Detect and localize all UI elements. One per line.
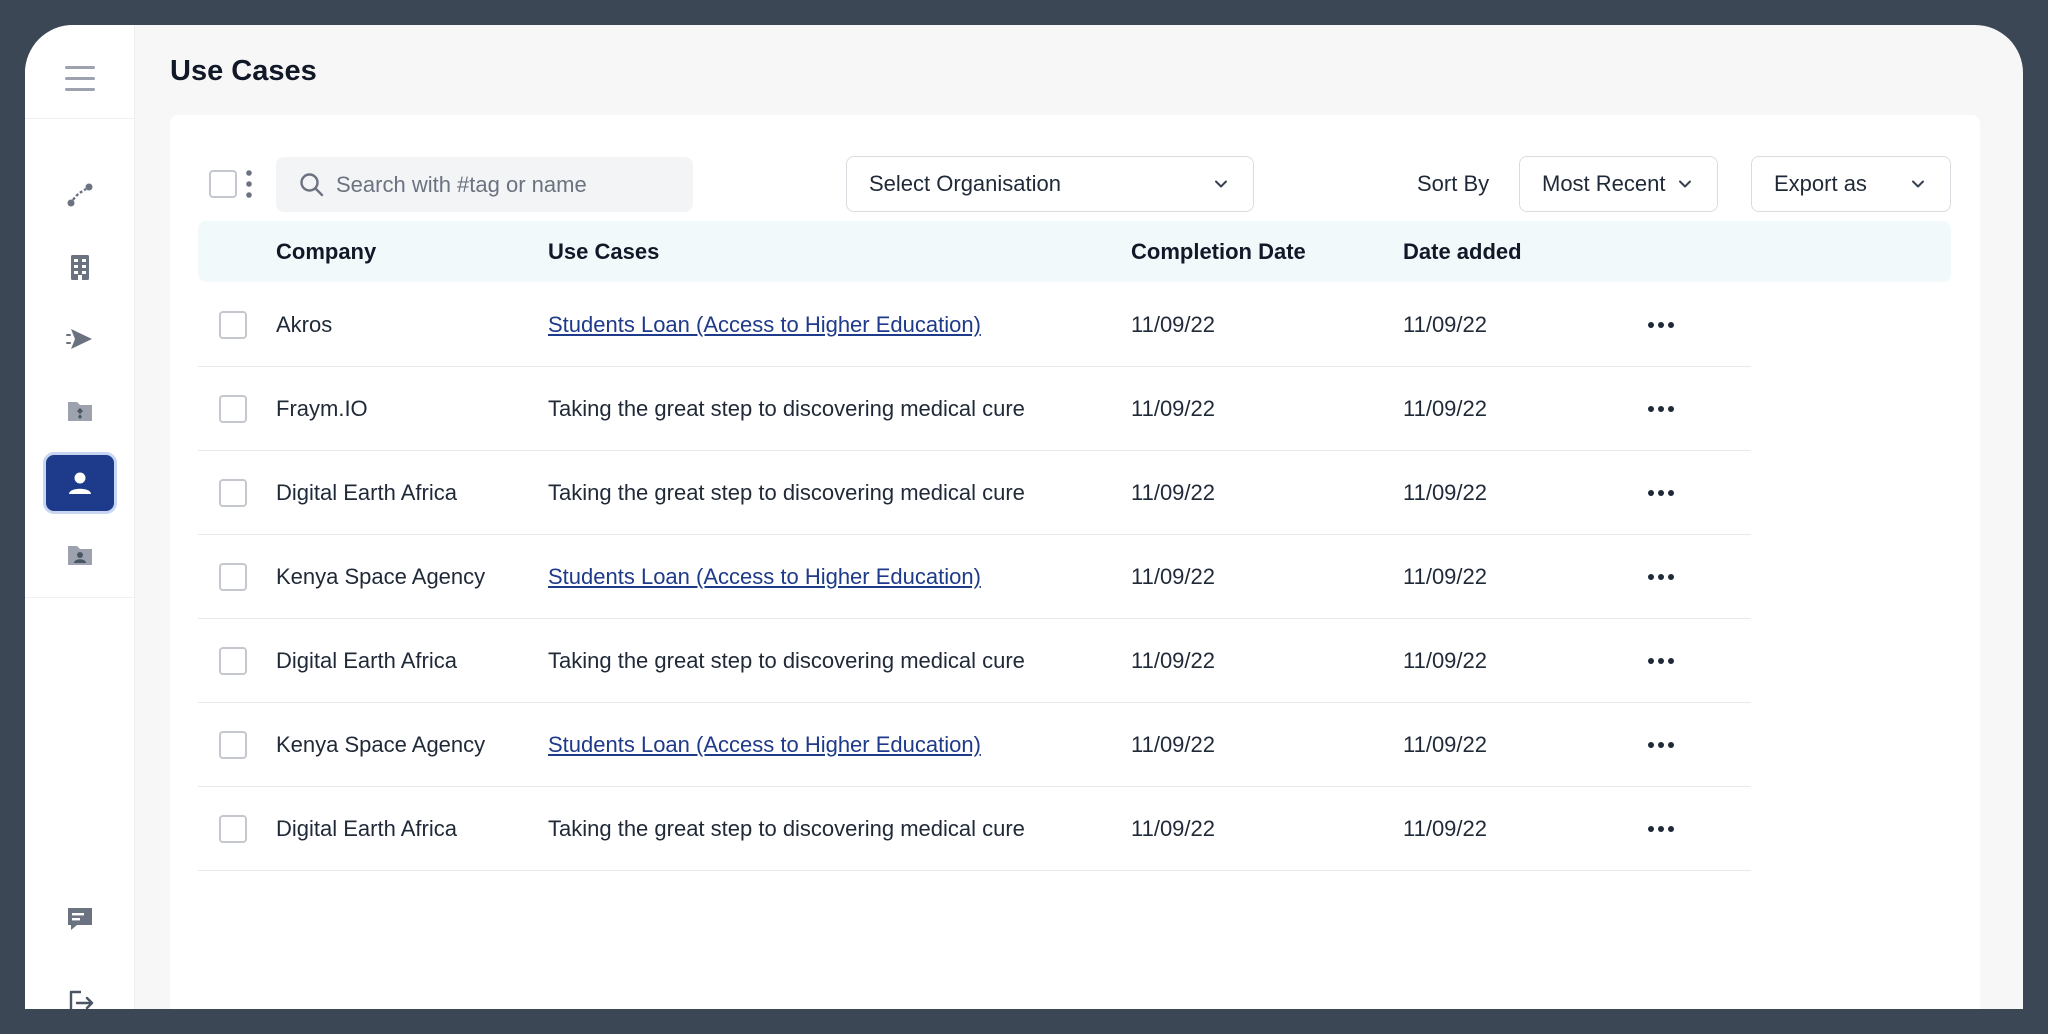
organisation-select-label: Select Organisation xyxy=(869,171,1061,196)
search-input[interactable] xyxy=(336,157,676,212)
row-checkbox[interactable] xyxy=(219,731,247,759)
building-icon xyxy=(71,255,89,280)
folder-icon xyxy=(68,402,92,421)
sidebar xyxy=(25,25,135,1009)
sidebar-item-messages[interactable] xyxy=(46,891,114,947)
row-more-icon[interactable] xyxy=(1645,561,1677,593)
cell-completion-date: 11/09/22 xyxy=(1131,564,1216,589)
cell-completion-date: 11/09/22 xyxy=(1131,732,1216,757)
use-cases-card: Select Organisation Sort By Most Recent … xyxy=(170,115,1980,1009)
sidebar-item-organisations[interactable] xyxy=(46,239,114,295)
cell-completion-date: 11/09/22 xyxy=(1131,312,1216,337)
row-checkbox[interactable] xyxy=(219,563,247,591)
menu-icon[interactable] xyxy=(63,61,97,97)
cell-use-case: Taking the great step to discovering med… xyxy=(548,396,1025,421)
sidebar-item-send[interactable] xyxy=(46,311,114,367)
chevron-down-icon xyxy=(1912,180,1924,188)
app-window: Use Cases Select Organisation xyxy=(25,25,2023,1009)
sidebar-divider xyxy=(25,118,135,119)
sort-by-label: Sort By xyxy=(1417,171,1490,196)
cell-use-case[interactable]: Students Loan (Access to Higher Educatio… xyxy=(548,535,981,619)
cell-completion-date: 11/09/22 xyxy=(1131,396,1216,421)
cell-company: Digital Earth Africa xyxy=(276,816,457,841)
cell-company: Digital Earth Africa xyxy=(276,480,457,505)
organisation-select[interactable]: Select Organisation xyxy=(846,156,1254,212)
main-content: Use Cases Select Organisation xyxy=(170,25,2023,1009)
cell-company: Kenya Space Agency xyxy=(276,732,486,757)
cell-use-case: Taking the great step to discovering med… xyxy=(548,648,1025,673)
cell-date-added: 11/09/22 xyxy=(1403,396,1488,421)
column-header-company[interactable]: Company xyxy=(276,221,376,282)
table-row[interactable]: Kenya Space Agency Students Loan (Access … xyxy=(198,703,1751,787)
sidebar-item-logout[interactable] xyxy=(46,975,114,1009)
logout-icon xyxy=(69,990,94,1009)
row-more-icon[interactable] xyxy=(1645,309,1677,341)
chevron-down-icon xyxy=(1215,180,1227,188)
table-header: Company Use Cases Completion Date Date a… xyxy=(198,221,1951,282)
sort-select[interactable]: Most Recent xyxy=(1519,156,1718,212)
sidebar-item-routes[interactable] xyxy=(46,167,114,223)
select-all-checkbox[interactable] xyxy=(209,170,237,198)
cell-date-added: 11/09/22 xyxy=(1403,564,1488,589)
cell-date-added: 11/09/22 xyxy=(1403,732,1488,757)
cell-use-case[interactable]: Students Loan (Access to Higher Educatio… xyxy=(548,283,981,367)
contact-card-icon xyxy=(68,546,92,565)
route-icon xyxy=(67,183,93,207)
sort-select-value: Most Recent xyxy=(1542,171,1666,196)
table-row[interactable]: Akros Students Loan (Access to Higher Edu… xyxy=(198,283,1751,367)
send-icon xyxy=(66,329,92,349)
table-row[interactable]: Fraym.IO Taking the great step to discove… xyxy=(198,367,1751,451)
row-more-icon[interactable] xyxy=(1645,729,1677,761)
table-row[interactable]: Digital Earth Africa Taking the great ste… xyxy=(198,451,1751,535)
cell-company: Akros xyxy=(276,312,333,337)
row-checkbox[interactable] xyxy=(219,395,247,423)
column-header-use-cases[interactable]: Use Cases xyxy=(548,221,659,282)
search-icon xyxy=(300,173,324,197)
row-more-icon[interactable] xyxy=(1645,393,1677,425)
cell-use-case: Taking the great step to discovering med… xyxy=(548,480,1025,505)
export-select[interactable]: Export as xyxy=(1751,156,1951,212)
chevron-down-icon xyxy=(1679,180,1691,188)
cell-date-added: 11/09/22 xyxy=(1403,312,1488,337)
cell-date-added: 11/09/22 xyxy=(1403,648,1488,673)
cell-company: Fraym.IO xyxy=(276,396,368,421)
cell-date-added: 11/09/22 xyxy=(1403,816,1488,841)
cell-completion-date: 11/09/22 xyxy=(1131,480,1216,505)
search-box xyxy=(276,157,693,212)
row-more-icon[interactable] xyxy=(1645,477,1677,509)
column-header-completion-date[interactable]: Completion Date xyxy=(1131,221,1306,282)
row-more-icon[interactable] xyxy=(1645,645,1677,677)
table-row[interactable]: Digital Earth Africa Taking the great ste… xyxy=(198,787,1751,871)
export-select-label: Export as xyxy=(1774,171,1867,196)
bulk-actions-icon[interactable] xyxy=(242,167,256,201)
user-icon xyxy=(69,472,91,494)
sidebar-item-users[interactable] xyxy=(46,455,114,511)
row-checkbox[interactable] xyxy=(219,479,247,507)
sidebar-item-contacts[interactable] xyxy=(46,527,114,583)
row-checkbox[interactable] xyxy=(219,311,247,339)
row-checkbox[interactable] xyxy=(219,647,247,675)
row-checkbox[interactable] xyxy=(219,815,247,843)
column-header-date-added[interactable]: Date added xyxy=(1403,221,1522,282)
row-more-icon[interactable] xyxy=(1645,813,1677,845)
cell-company: Digital Earth Africa xyxy=(276,648,457,673)
chat-icon xyxy=(68,908,92,930)
cell-use-case[interactable]: Students Loan (Access to Higher Educatio… xyxy=(548,703,981,787)
cell-completion-date: 11/09/22 xyxy=(1131,648,1216,673)
table-row[interactable]: Kenya Space Agency Students Loan (Access … xyxy=(198,535,1751,619)
cell-date-added: 11/09/22 xyxy=(1403,480,1488,505)
sidebar-divider xyxy=(25,597,135,598)
table-row[interactable]: Digital Earth Africa Taking the great ste… xyxy=(198,619,1751,703)
page-title: Use Cases xyxy=(170,55,317,87)
cell-use-case: Taking the great step to discovering med… xyxy=(548,816,1025,841)
cell-completion-date: 11/09/22 xyxy=(1131,816,1216,841)
cell-company: Kenya Space Agency xyxy=(276,564,486,589)
sidebar-item-folders[interactable] xyxy=(46,383,114,439)
